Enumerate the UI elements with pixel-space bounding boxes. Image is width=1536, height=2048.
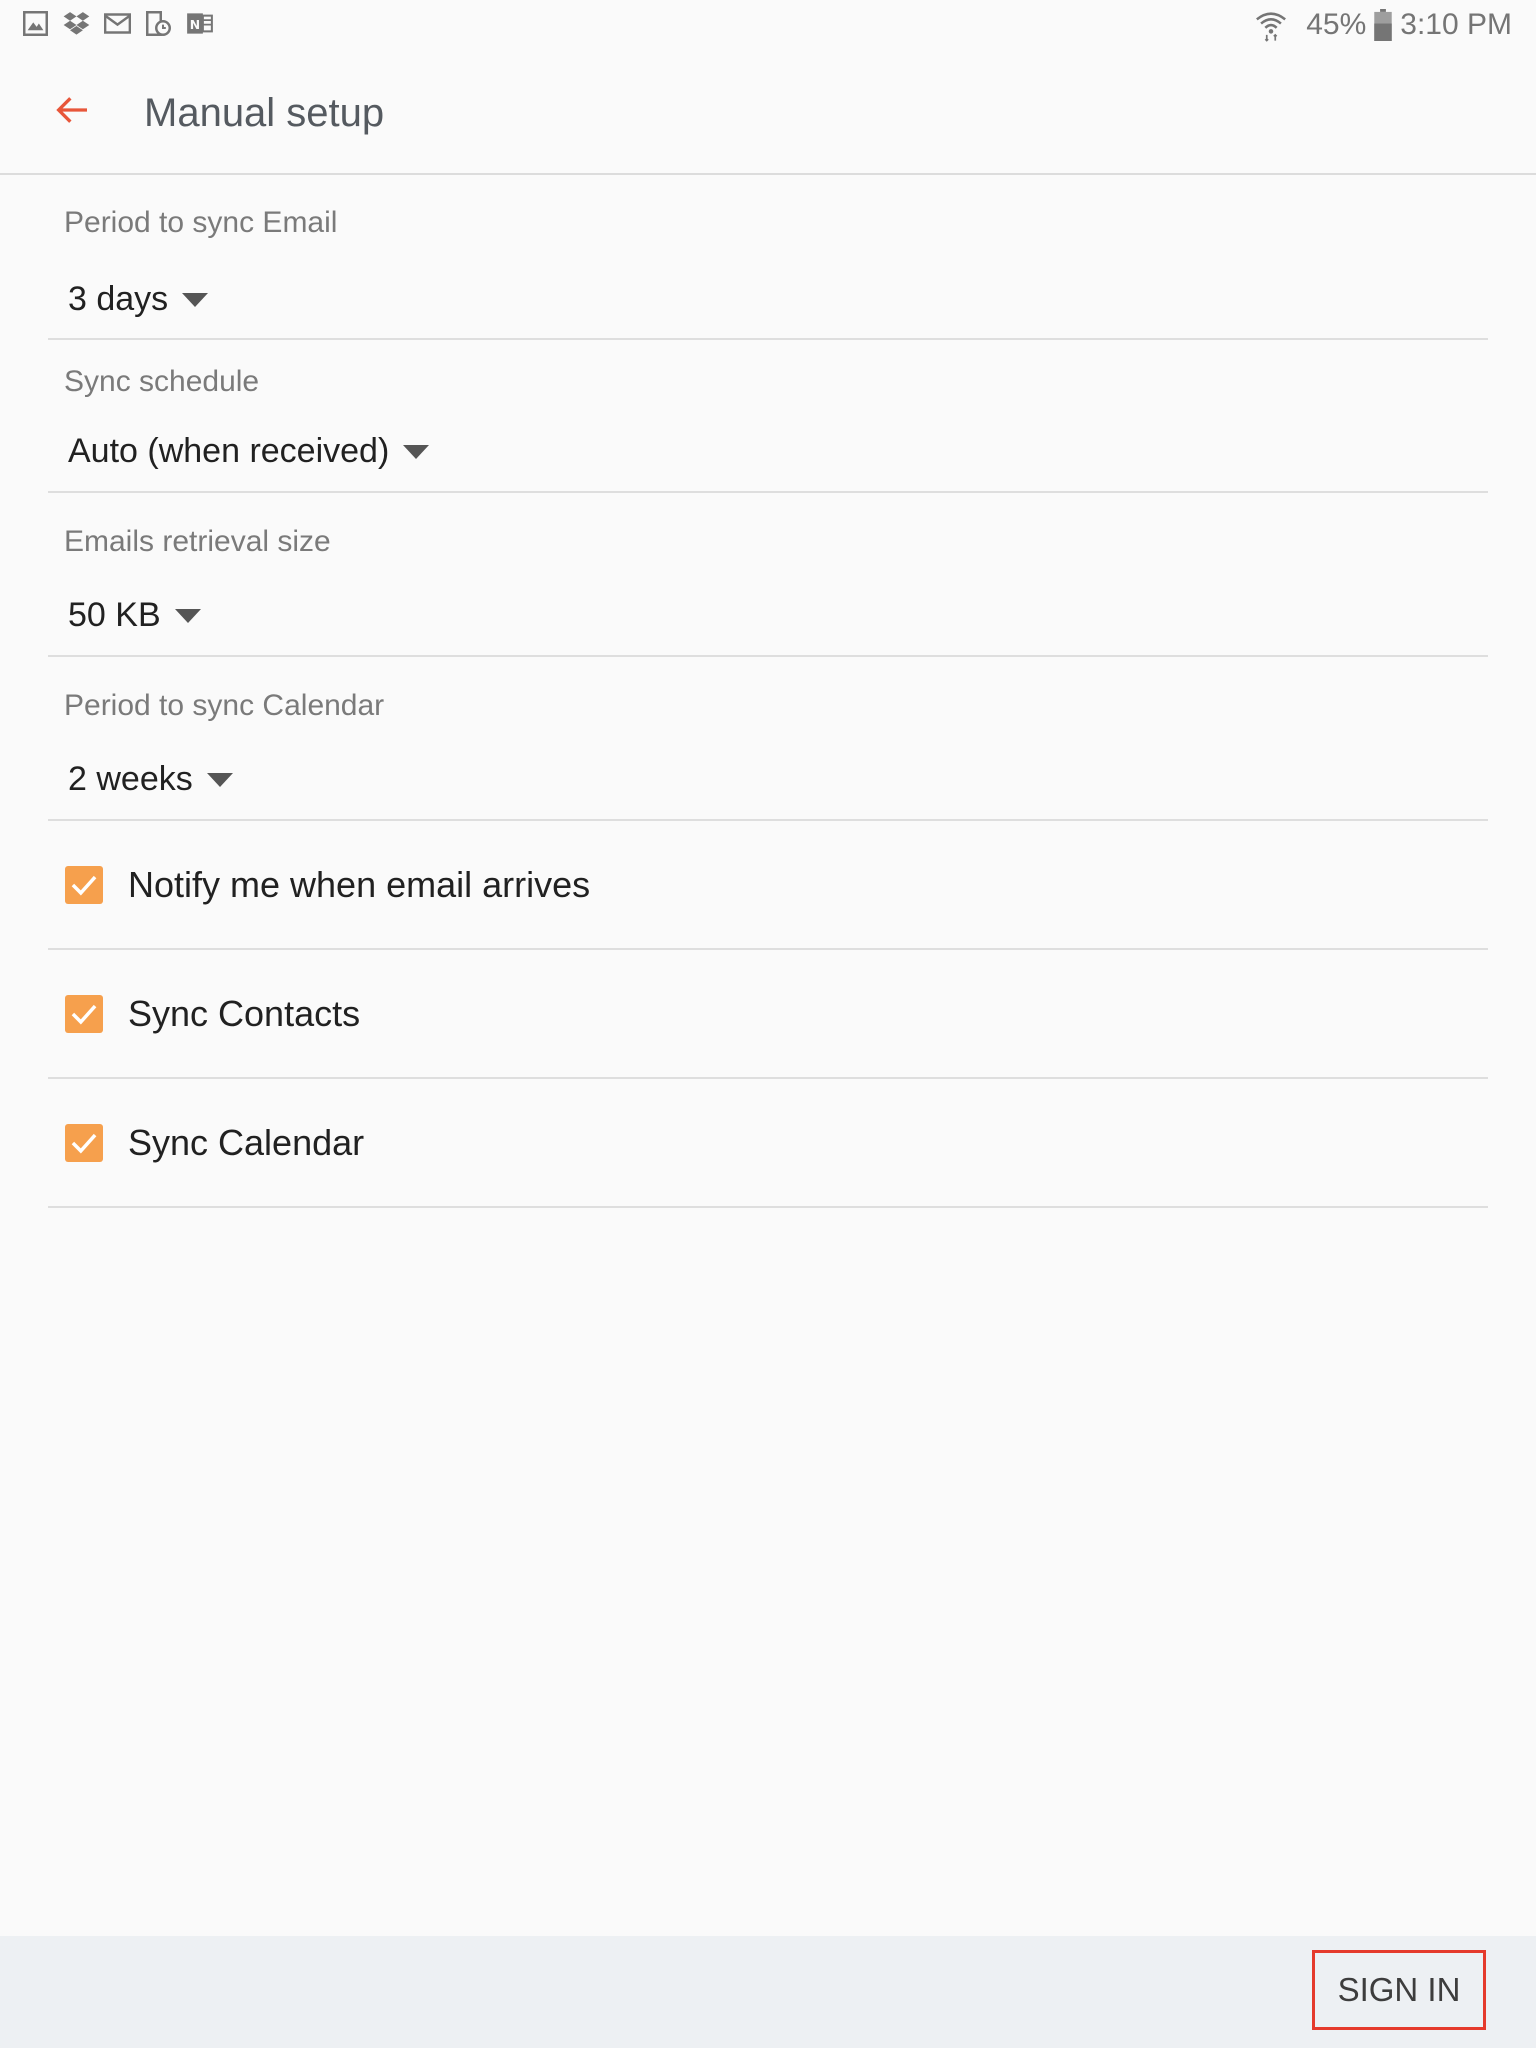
sync-calendar-period-setting: Period to sync Calendar 2 weeks [48, 657, 1488, 821]
retrieval-size-value: 50 KB [68, 596, 161, 634]
sync-contacts-label: Sync Contacts [128, 993, 361, 1034]
caret-down-icon [174, 608, 201, 623]
gmail-icon [103, 10, 132, 37]
sync-calendar-period-label: Period to sync Calendar [64, 689, 385, 722]
caret-down-icon [403, 444, 430, 459]
sync-email-period-dropdown[interactable]: 3 days [68, 280, 209, 319]
notify-email-checkbox[interactable] [65, 866, 103, 904]
dropbox-icon [63, 10, 90, 37]
retrieval-size-dropdown[interactable]: 50 KB [68, 596, 201, 635]
device-clock-icon [145, 10, 172, 37]
sync-calendar-period-dropdown[interactable]: 2 weeks [68, 760, 233, 799]
sync-contacts-row[interactable]: Sync Contacts [48, 950, 1488, 1079]
page-title: Manual setup [144, 91, 385, 135]
checkmark-icon [71, 1004, 97, 1025]
sync-calendar-row[interactable]: Sync Calendar [48, 1079, 1488, 1208]
app-bar: Manual setup [0, 50, 1536, 175]
sync-calendar-checkbox[interactable] [65, 1124, 103, 1162]
onenote-icon: N [186, 10, 213, 37]
battery-icon [1374, 9, 1392, 41]
sync-email-period-value: 3 days [68, 280, 169, 318]
sync-email-period-label: Period to sync Email [64, 206, 338, 239]
wifi-icon [1254, 8, 1288, 42]
checkmark-icon [71, 1133, 97, 1154]
retrieval-size-label: Emails retrieval size [64, 525, 331, 558]
notify-email-label: Notify me when email arrives [128, 864, 591, 905]
sync-schedule-label: Sync schedule [64, 365, 260, 398]
back-button[interactable] [40, 80, 104, 144]
gallery-icon [22, 10, 49, 37]
bottom-action-bar: SIGN IN [0, 1936, 1536, 2048]
clock: 3:10 PM [1400, 8, 1512, 41]
checkmark-icon [71, 875, 97, 896]
sign-in-button[interactable]: SIGN IN [1312, 1950, 1486, 2030]
svg-text:N: N [190, 18, 200, 32]
sync-contacts-checkbox[interactable] [65, 995, 103, 1033]
status-right: 45% 3:10 PM [1254, 4, 1512, 46]
retrieval-size-setting: Emails retrieval size 50 KB [48, 493, 1488, 657]
sync-schedule-value: Auto (when received) [68, 432, 390, 470]
sync-calendar-period-value: 2 weeks [68, 760, 193, 798]
arrow-left-icon [52, 90, 92, 135]
sync-email-period-setting: Period to sync Email 3 days [48, 177, 1488, 340]
caret-down-icon [182, 292, 209, 307]
status-bar: N 45% 3:10 PM [0, 0, 1536, 50]
battery-percent: 45% [1306, 8, 1367, 41]
notify-email-arrives-row[interactable]: Notify me when email arrives [48, 821, 1488, 950]
caret-down-icon [206, 772, 233, 787]
sync-calendar-label: Sync Calendar [128, 1122, 365, 1163]
notification-icons: N [22, 10, 213, 37]
sync-schedule-setting: Sync schedule Auto (when received) [48, 340, 1488, 493]
sync-schedule-dropdown[interactable]: Auto (when received) [68, 432, 430, 471]
settings-list: Period to sync Email 3 days Sync schedul… [48, 177, 1488, 1208]
